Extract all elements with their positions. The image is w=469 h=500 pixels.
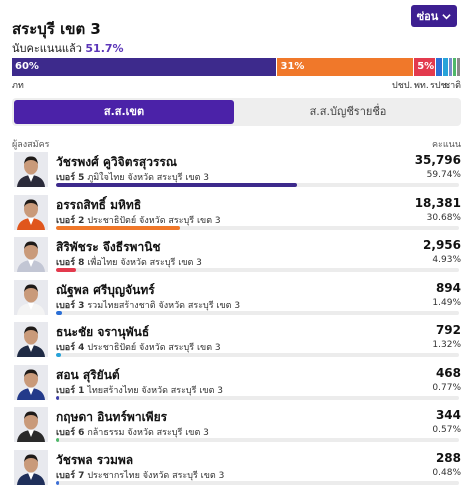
candidate-number: เบอร์ 5 — [56, 173, 85, 183]
candidate-photo — [14, 322, 48, 357]
party-abbreviations: ภท ปชป. พท. รปช. ชาติ — [12, 78, 461, 91]
party-share-segment — [457, 58, 461, 76]
tab-bar: ส.ส.เขต ส.ส.บัญชีรายชื่อ — [12, 98, 461, 126]
candidate-vote-percent: 1.49% — [432, 297, 461, 308]
candidate-number: เบอร์ 2 — [56, 215, 85, 226]
page-title: สระบุรี เขต 3 — [12, 20, 101, 38]
candidate-photo — [14, 407, 48, 442]
candidate-number: เบอร์ 1 — [56, 385, 85, 396]
candidate-party-area: ประชาธิปัตย์ จังหวัด สระบุรี เขต 3 — [87, 343, 221, 353]
candidate-vote-percent: 0.77% — [432, 382, 461, 393]
vote-share-fill — [56, 183, 297, 187]
candidate-detail: เบอร์ 4 ประชาธิปัตย์ จังหวัด สระบุรี เขต… — [56, 340, 221, 354]
candidate-row[interactable]: วัชรพล รวมพล เบอร์ 7 ประชากรไทย จังหวัด ส… — [0, 448, 469, 491]
candidate-photo — [14, 449, 48, 485]
party-share-segment: 31% — [277, 58, 415, 76]
counted-label: นับคะแนนแล้ว — [12, 42, 82, 55]
vote-share-track — [56, 310, 459, 315]
candidate-photo — [14, 279, 48, 315]
vote-share-track — [56, 353, 459, 357]
party-share-segment — [436, 58, 444, 76]
column-header-votes: คะแนน — [432, 140, 461, 150]
candidate-vote-percent: 1.32% — [432, 340, 461, 350]
candidate-vote-percent: 4.93% — [432, 255, 461, 265]
party-share-segment: 5% — [414, 58, 437, 76]
candidate-number: เบอร์ 3 — [56, 300, 85, 311]
hide-button-label: ซ่อน — [416, 10, 439, 23]
party-abbreviation: พท. — [414, 81, 429, 91]
candidate-number: เบอร์ 8 — [56, 258, 85, 268]
tab-party-list[interactable]: ส.ส.บัญชีรายชื่อ — [238, 100, 458, 124]
candidate-party-area: เพื่อไทย จังหวัด สระบุรี เขต 3 — [87, 258, 202, 268]
candidate-votes: 35,796 — [414, 153, 461, 167]
vote-share-track — [56, 480, 459, 485]
vote-share-track — [56, 225, 459, 230]
candidate-row[interactable]: วัชรพงศ์ คูวิจิตรสุวรรณ เบอร์ 5 ภูมิใจไทย… — [0, 150, 469, 193]
party-abbreviation: ชาติ — [443, 81, 461, 91]
candidate-votes: 468 — [435, 365, 461, 380]
candidate-party-area: รวมไทยสร้างชาติ จังหวัด สระบุรี เขต 3 — [87, 300, 241, 311]
candidate-row[interactable]: ธนะชัย จรานุพันธ์ เบอร์ 4 ประชาธิปัตย์ จั… — [0, 320, 469, 363]
candidate-detail: เบอร์ 6 กล้าธรรม จังหวัด สระบุรี เขต 3 — [56, 425, 209, 439]
candidate-votes: 894 — [435, 280, 461, 295]
candidate-row[interactable]: ณัฐพล ศรีบุญจันทร์ เบอร์ 3 รวมไทยสร้างชาต… — [0, 278, 469, 321]
party-abbreviation: ภท — [12, 81, 24, 91]
candidate-row[interactable]: กฤษดา อินทร์พาเพียร เบอร์ 6 กล้าธรรม จังห… — [0, 405, 469, 448]
candidate-votes: 792 — [435, 323, 461, 337]
candidate-number: เบอร์ 6 — [56, 428, 85, 438]
candidate-party-area: ประชาธิปัตย์ จังหวัด สระบุรี เขต 3 — [87, 215, 221, 226]
candidate-row[interactable]: สิริพัชระ จึงธีรพานิช เบอร์ 8 เพื่อไทย จั… — [0, 235, 469, 278]
vote-share-track — [56, 395, 459, 400]
candidate-vote-percent: 0.57% — [432, 425, 461, 435]
vote-share-track — [56, 438, 459, 442]
tab-constituency[interactable]: ส.ส.เขต — [14, 100, 234, 124]
vote-share-fill — [56, 438, 59, 442]
candidate-votes: 2,956 — [423, 238, 461, 252]
vote-share-track — [56, 268, 459, 272]
vote-share-fill — [56, 480, 59, 485]
counted-status: นับคะแนนแล้ว 51.7% — [12, 39, 124, 57]
candidate-party-area: ภูมิใจไทย จังหวัด สระบุรี เขต 3 — [87, 173, 210, 183]
candidate-detail: เบอร์ 3 รวมไทยสร้างชาติ จังหวัด สระบุรี … — [56, 298, 240, 312]
chevron-down-icon — [442, 13, 451, 19]
vote-share-fill — [56, 225, 180, 230]
candidate-party-area: กล้าธรรม จังหวัด สระบุรี เขต 3 — [87, 428, 209, 438]
vote-share-fill — [56, 353, 61, 357]
candidate-vote-percent: 30.68% — [426, 212, 461, 223]
vote-share-fill — [56, 268, 76, 272]
vote-share-fill — [56, 310, 62, 315]
candidate-photo — [14, 237, 48, 272]
vote-share-fill — [56, 395, 59, 400]
header: สระบุรี เขต 3 นับคะแนนแล้ว 51.7% ซ่อน — [0, 0, 469, 60]
candidate-detail: เบอร์ 2 ประชาธิปัตย์ จังหวัด สระบุรี เขต… — [56, 213, 221, 227]
candidate-party-area: ประชากรไทย จังหวัด สระบุรี เขต 3 — [87, 470, 225, 481]
candidate-vote-percent: 0.48% — [432, 467, 461, 478]
candidate-row[interactable]: สอน สุริยันต์ เบอร์ 1 ไทยสร้างไทย จังหวัด… — [0, 363, 469, 406]
candidate-detail: เบอร์ 1 ไทยสร้างไทย จังหวัด สระบุรี เขต … — [56, 383, 223, 397]
candidate-votes: 288 — [435, 450, 461, 465]
hide-button[interactable]: ซ่อน — [411, 5, 457, 27]
candidate-photo — [14, 364, 48, 400]
candidate-number: เบอร์ 4 — [56, 343, 85, 353]
party-share-bar: 60% 31% 5% — [12, 58, 461, 76]
party-abbreviation: ปชป. — [392, 81, 413, 91]
candidate-detail: เบอร์ 8 เพื่อไทย จังหวัด สระบุรี เขต 3 — [56, 255, 202, 269]
counted-percent: 51.7% — [85, 42, 124, 55]
candidate-detail: เบอร์ 5 ภูมิใจไทย จังหวัด สระบุรี เขต 3 — [56, 170, 209, 184]
candidate-photo — [14, 194, 48, 230]
candidate-party-area: ไทยสร้างไทย จังหวัด สระบุรี เขต 3 — [87, 385, 224, 396]
candidate-detail: เบอร์ 7 ประชากรไทย จังหวัด สระบุรี เขต 3 — [56, 468, 224, 482]
candidate-vote-percent: 59.74% — [426, 170, 461, 180]
candidate-photo — [14, 152, 48, 187]
vote-share-track — [56, 183, 459, 187]
candidate-votes: 18,381 — [414, 195, 461, 210]
party-share-segment: 60% — [12, 58, 278, 76]
candidate-number: เบอร์ 7 — [56, 470, 85, 481]
column-header-candidate: ผู้ลงสมัคร — [12, 140, 50, 150]
candidate-votes: 344 — [435, 408, 461, 422]
candidate-row[interactable]: อรรถสิทธิ์ มหิทธิ เบอร์ 2 ประชาธิปัตย์ จั… — [0, 193, 469, 236]
